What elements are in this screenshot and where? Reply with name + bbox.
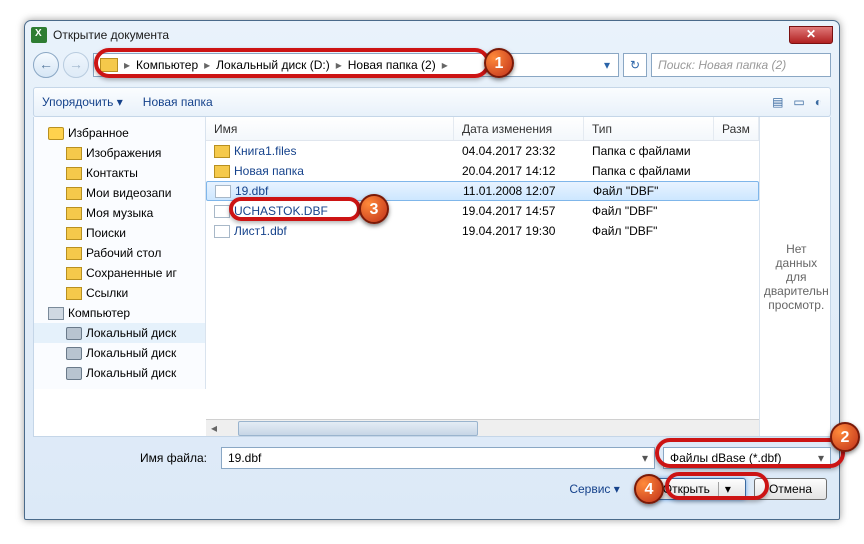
tree-node[interactable]: Компьютер xyxy=(34,303,205,323)
filetype-filter[interactable]: Файлы dBase (*.dbf)▾ xyxy=(663,447,831,469)
tree-node[interactable]: Локальный диск xyxy=(34,323,205,343)
column-headers[interactable]: Имя Дата изменения Тип Разм xyxy=(206,117,759,141)
address-dropdown[interactable]: ▾ xyxy=(598,58,616,72)
tree-node[interactable]: Сохраненные иг xyxy=(34,263,205,283)
back-button[interactable]: ← xyxy=(33,52,59,78)
col-date[interactable]: Дата изменения xyxy=(454,117,584,140)
address-bar[interactable]: ▸ Компьютер▸ Локальный диск (D:)▸ Новая … xyxy=(93,53,619,77)
window-title: Открытие документа xyxy=(53,28,169,42)
preview-pane: Нет данных для дварительн просмотр. xyxy=(759,117,833,436)
crumb-computer[interactable]: Компьютер xyxy=(132,54,202,76)
folder-icon xyxy=(66,227,82,240)
folder-icon xyxy=(100,58,118,72)
file-row[interactable]: Новая папка20.04.2017 14:12Папка с файла… xyxy=(206,161,759,181)
filename-input[interactable]: 19.dbf▾ xyxy=(221,447,655,469)
tree-view[interactable]: ИзбранноеИзображенияКонтактыМои видеозап… xyxy=(34,117,206,389)
file-row[interactable]: Книга1.files04.04.2017 23:32Папка с файл… xyxy=(206,141,759,161)
cancel-button[interactable]: Отмена xyxy=(754,478,827,500)
file-list: Имя Дата изменения Тип Разм Книга1.files… xyxy=(206,117,759,436)
folder-icon xyxy=(66,267,82,280)
disk-icon xyxy=(66,327,82,340)
organize-button[interactable]: Упорядочить ▾ xyxy=(42,95,123,109)
disk-icon xyxy=(66,367,82,380)
search-input[interactable]: Поиск: Новая папка (2) xyxy=(651,53,831,77)
tree-node[interactable]: Поиски xyxy=(34,223,205,243)
forward-button[interactable]: → xyxy=(63,52,89,78)
tree-node[interactable]: Избранное xyxy=(34,123,205,143)
tree-node[interactable]: Контакты xyxy=(34,163,205,183)
file-rows: Книга1.files04.04.2017 23:32Папка с файл… xyxy=(206,141,759,419)
open-button[interactable]: Открыть▾ xyxy=(648,478,746,500)
open-dialog: Открытие документа ✕ ← → ▸ Компьютер▸ Ло… xyxy=(24,20,840,520)
col-name[interactable]: Имя xyxy=(206,117,454,140)
tree-node[interactable]: Мои видеозапи xyxy=(34,183,205,203)
folder-icon xyxy=(214,165,230,178)
titlebar: Открытие документа ✕ xyxy=(25,21,839,49)
tree-node[interactable]: Моя музыка xyxy=(34,203,205,223)
file-row[interactable]: 19.dbf11.01.2008 12:07Файл "DBF" xyxy=(206,181,759,201)
tree-node[interactable]: Изображения xyxy=(34,143,205,163)
col-type[interactable]: Тип xyxy=(584,117,714,140)
tree-node[interactable]: Рабочий стол xyxy=(34,243,205,263)
footer: Имя файла: 19.dbf▾ Файлы dBase (*.dbf)▾ … xyxy=(33,445,831,507)
disk-icon xyxy=(66,347,82,360)
toolbar: Упорядочить ▾ Новая папка ▤▭◐ xyxy=(33,87,831,117)
folder-icon xyxy=(66,167,82,180)
folder-icon xyxy=(66,187,82,200)
folder-icon xyxy=(66,207,82,220)
view-buttons[interactable]: ▤▭◐ xyxy=(772,95,822,109)
folder-icon xyxy=(66,287,82,300)
folder-icon xyxy=(66,147,82,160)
crumb-disk[interactable]: Локальный диск (D:) xyxy=(212,54,334,76)
file-row[interactable]: Лист1.dbf19.04.2017 19:30Файл "DBF" xyxy=(206,221,759,241)
new-folder-button[interactable]: Новая папка xyxy=(143,95,213,109)
excel-icon xyxy=(31,27,47,43)
pc-icon xyxy=(48,307,64,320)
col-size[interactable]: Разм xyxy=(714,117,759,140)
star-icon xyxy=(48,127,64,140)
nav-bar: ← → ▸ Компьютер▸ Локальный диск (D:)▸ Но… xyxy=(33,49,831,81)
filename-label: Имя файла: xyxy=(33,451,213,465)
folder-icon xyxy=(66,247,82,260)
service-button[interactable]: Сервис ▾ xyxy=(569,482,619,496)
body: ИзбранноеИзображенияКонтактыМои видеозап… xyxy=(33,117,831,437)
file-icon xyxy=(215,185,231,198)
close-button[interactable]: ✕ xyxy=(789,26,833,44)
crumb-folder[interactable]: Новая папка (2) xyxy=(344,54,440,76)
file-row[interactable]: UCHASTOK.DBF19.04.2017 14:57Файл "DBF" xyxy=(206,201,759,221)
file-icon xyxy=(214,225,230,238)
folder-icon xyxy=(214,145,230,158)
tree-node[interactable]: Локальный диск xyxy=(34,343,205,363)
tree-node[interactable]: Локальный диск xyxy=(34,363,205,383)
refresh-button[interactable]: ↻ xyxy=(623,53,647,77)
tree-node[interactable]: Ссылки xyxy=(34,283,205,303)
h-scrollbar[interactable]: ◂ xyxy=(206,419,759,436)
file-icon xyxy=(214,205,230,218)
